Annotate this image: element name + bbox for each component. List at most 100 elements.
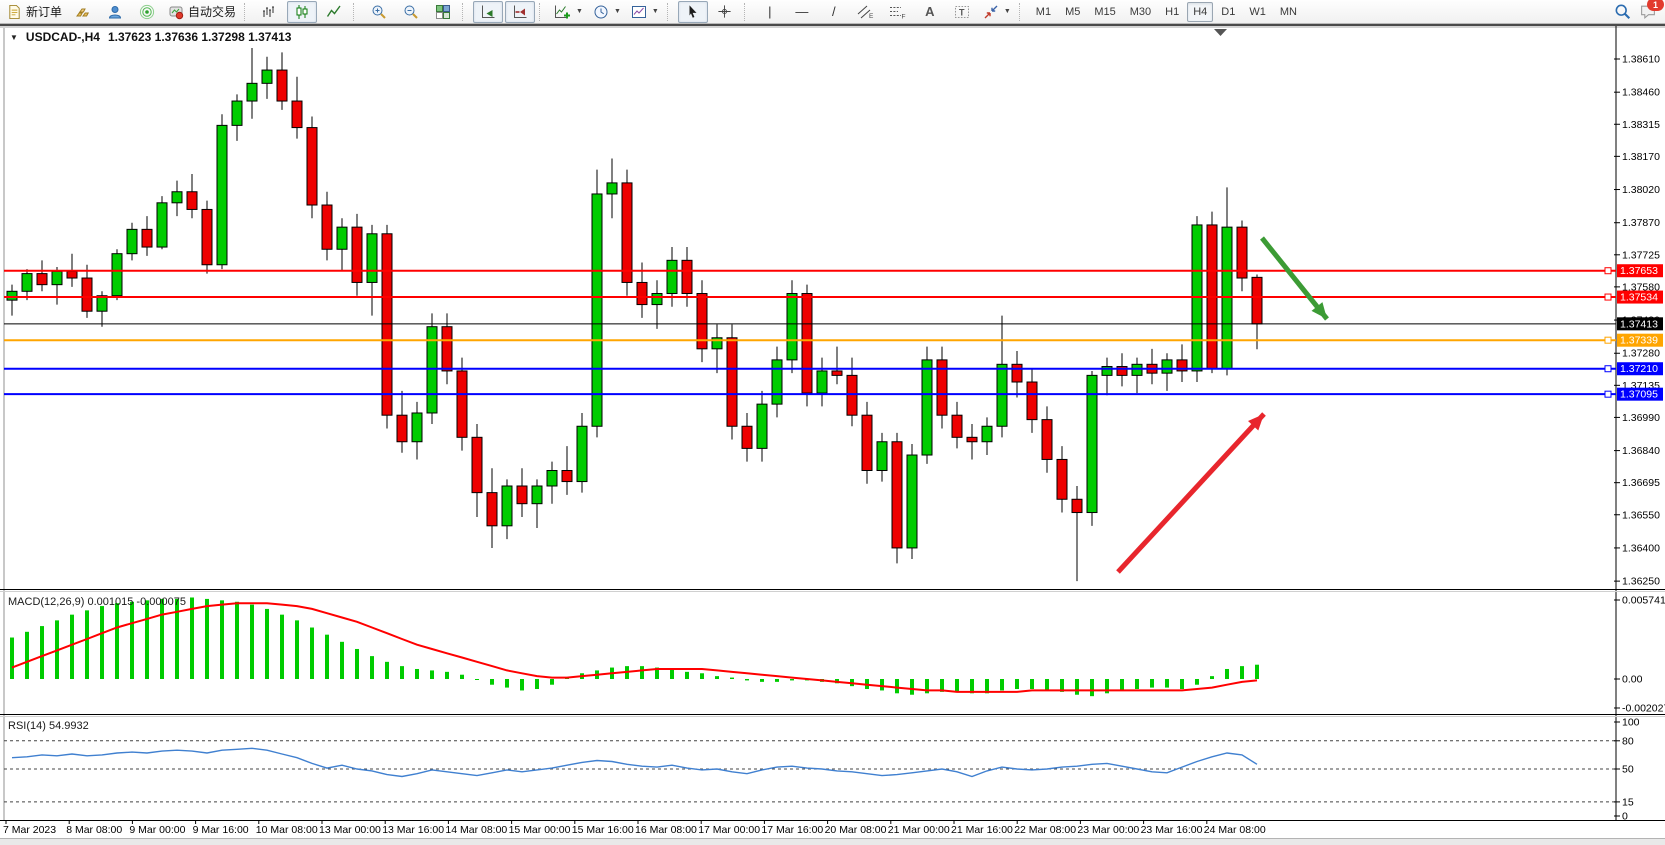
- macd-histogram-bar: [895, 679, 899, 693]
- chart-shift-button[interactable]: [505, 1, 535, 23]
- text-label-button[interactable]: T: [947, 1, 977, 23]
- macd-histogram-bar: [1045, 679, 1049, 690]
- hline-handle[interactable]: [1605, 391, 1611, 397]
- indicators-button[interactable]: ▼: [550, 1, 587, 23]
- timeframe-M1[interactable]: M1: [1030, 2, 1057, 22]
- hline-handle[interactable]: [1605, 268, 1611, 274]
- candle-body: [7, 291, 17, 300]
- periods-button[interactable]: ▼: [589, 1, 625, 23]
- hline-handle[interactable]: [1605, 337, 1611, 343]
- time-label: 24 Mar 08:00: [1204, 824, 1266, 836]
- candle-body: [127, 229, 137, 253]
- zoom-out-icon: [403, 4, 419, 20]
- timeframe-H4[interactable]: H4: [1187, 2, 1213, 22]
- macd-values: 0.001015 -0.000075: [87, 596, 185, 608]
- hline-handle[interactable]: [1605, 366, 1611, 372]
- time-label: 14 Mar 08:00: [445, 824, 507, 836]
- macd-histogram-bar: [685, 672, 689, 679]
- macd-histogram-bar: [1210, 676, 1214, 679]
- candle-body: [412, 413, 422, 442]
- candle-body: [1252, 277, 1262, 323]
- candle-body: [442, 327, 452, 371]
- auto-scroll-button[interactable]: [473, 1, 503, 23]
- macd-histogram-bar: [160, 599, 164, 679]
- candle-body: [307, 128, 317, 205]
- zoom-out-button[interactable]: [396, 1, 426, 23]
- bar-chart-button[interactable]: [255, 1, 285, 23]
- candle-body: [832, 371, 842, 375]
- time-label: 15 Mar 16:00: [572, 824, 634, 836]
- new-order-button[interactable]: 新订单: [3, 1, 66, 23]
- line-chart-button[interactable]: [319, 1, 349, 23]
- macd-histogram-bar: [310, 628, 314, 679]
- candle-body: [892, 442, 902, 548]
- user-cloud-icon: [107, 4, 123, 20]
- time-label: 9 Mar 00:00: [129, 824, 185, 836]
- autotrading-button[interactable]: 自动交易: [164, 1, 240, 23]
- horizontal-line-button[interactable]: —: [787, 1, 817, 23]
- templates-button[interactable]: ▼: [627, 1, 663, 23]
- timeframe-W1[interactable]: W1: [1243, 2, 1272, 22]
- equidistant-channel-button[interactable]: E: [851, 1, 881, 23]
- candle-body: [202, 209, 212, 264]
- chart-quote-ohlc: 1.37623 1.37636 1.37298 1.37413: [108, 30, 292, 44]
- price-tick-label: 1.37725: [1622, 249, 1660, 261]
- candle-body: [922, 360, 932, 455]
- community-button[interactable]: [100, 1, 130, 23]
- candle-body: [532, 486, 542, 504]
- timeframe-H1[interactable]: H1: [1159, 2, 1185, 22]
- vertical-line-button[interactable]: |: [755, 1, 785, 23]
- notifications-icon[interactable]: 1: [1639, 3, 1657, 20]
- time-label: 21 Mar 16:00: [951, 824, 1013, 836]
- price-tick-label: 1.37280: [1622, 348, 1660, 360]
- timeframe-M30[interactable]: M30: [1124, 2, 1157, 22]
- price-tick-label: 1.36550: [1622, 509, 1660, 521]
- search-icon[interactable]: [1614, 3, 1631, 20]
- macd-histogram-bar: [1000, 679, 1004, 690]
- candle-body: [157, 203, 167, 247]
- time-label: 17 Mar 16:00: [761, 824, 823, 836]
- toolbar-separator: [539, 3, 546, 21]
- new-order-label: 新订单: [26, 3, 62, 20]
- pane-background: [4, 28, 1616, 820]
- arrows-button[interactable]: ▼: [979, 1, 1015, 23]
- macd-tick-label: 0.00: [1622, 674, 1643, 686]
- chart-canvas[interactable]: 1.386101.384601.383151.381701.380201.378…: [0, 26, 1665, 838]
- chevron-down-icon: ▼: [614, 8, 621, 15]
- time-label: 13 Mar 16:00: [382, 824, 444, 836]
- timeframe-M15[interactable]: M15: [1088, 2, 1121, 22]
- fibonacci-button[interactable]: F: [883, 1, 913, 23]
- candle-body: [577, 426, 587, 481]
- timeframe-D1[interactable]: D1: [1215, 2, 1241, 22]
- time-label: 8 Mar 08:00: [66, 824, 122, 836]
- cursor-button[interactable]: [678, 1, 708, 23]
- macd-histogram-bar: [370, 656, 374, 679]
- macd-histogram-bar: [670, 669, 674, 679]
- tile-windows-button[interactable]: [428, 1, 458, 23]
- candlestick-chart-button[interactable]: [287, 1, 317, 23]
- candle-body: [262, 70, 272, 83]
- macd-histogram-bar: [130, 602, 134, 679]
- hline-handle[interactable]: [1605, 294, 1611, 300]
- text-button[interactable]: A: [915, 1, 945, 23]
- chart-shift-icon: [512, 4, 528, 20]
- candle-body: [652, 294, 662, 305]
- macd-histogram-bar: [640, 666, 644, 679]
- crosshair-button[interactable]: [710, 1, 740, 23]
- signals-button[interactable]: [132, 1, 162, 23]
- macd-histogram-bar: [880, 679, 884, 690]
- macd-histogram-bar: [490, 679, 494, 685]
- candle-body: [817, 371, 827, 393]
- macd-histogram-bar: [10, 638, 14, 679]
- timeframe-M5[interactable]: M5: [1059, 2, 1086, 22]
- deposit-button[interactable]: [68, 1, 98, 23]
- timeframe-MN[interactable]: MN: [1274, 2, 1303, 22]
- rsi-tick-label: 15: [1622, 796, 1634, 808]
- candle-body: [667, 260, 677, 293]
- zoom-in-button[interactable]: [364, 1, 394, 23]
- macd-histogram-bar: [220, 600, 224, 679]
- candle-body: [457, 371, 467, 437]
- trendline-button[interactable]: /: [819, 1, 849, 23]
- candle-body: [862, 415, 872, 470]
- chart-window[interactable]: ▼ USDCAD-,H4 1.37623 1.37636 1.37298 1.3…: [0, 26, 1665, 838]
